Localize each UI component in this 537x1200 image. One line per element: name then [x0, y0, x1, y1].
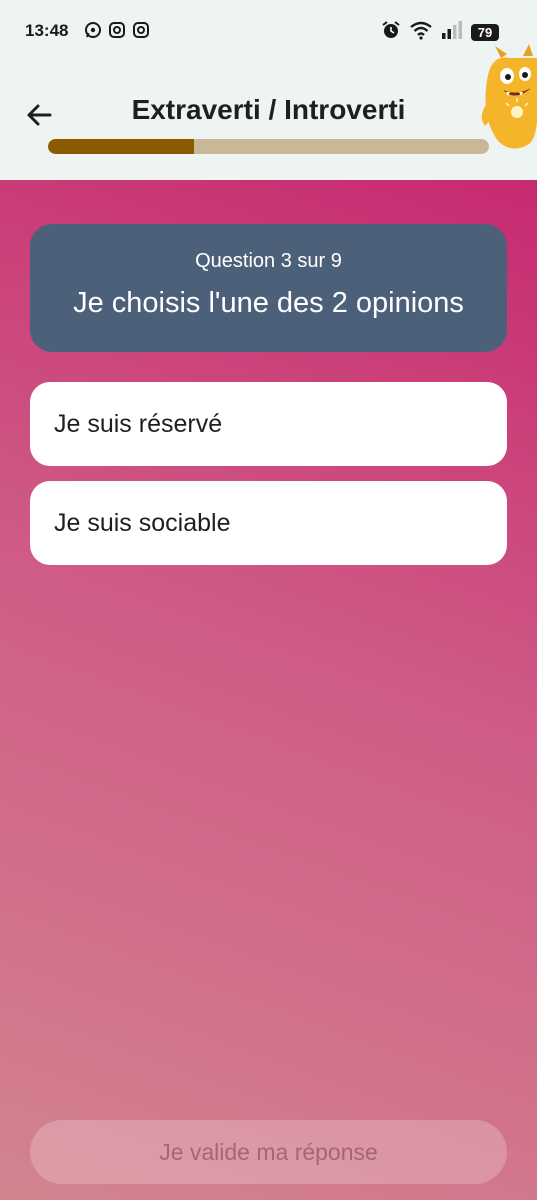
option-sociable[interactable]: Je suis sociable [30, 481, 507, 565]
whatsapp-icon [84, 21, 102, 39]
option-reserve[interactable]: Je suis réservé [30, 382, 507, 466]
instagram-icon [132, 21, 150, 39]
progress-bar [48, 139, 489, 154]
notification-icons [84, 21, 150, 39]
option-label: Je suis sociable [54, 508, 231, 537]
question-card: Question 3 sur 9 Je choisis l'une des 2 … [30, 224, 507, 352]
signal-icon [441, 21, 463, 44]
question-prompt: Je choisis l'une des 2 opinions [73, 287, 464, 319]
progress-fill [48, 139, 194, 154]
alarm-icon [381, 20, 401, 45]
instagram-icon [108, 21, 126, 39]
option-label: Je suis réservé [54, 409, 223, 438]
status-bar: 13:48 79 [0, 0, 537, 62]
header: Extraverti / Introverti [0, 44, 537, 180]
question-counter: Question 3 sur 9 [195, 250, 342, 272]
submit-button[interactable]: Je valide ma réponse [30, 1120, 507, 1184]
wifi-icon [409, 20, 433, 45]
page-title: Extraverti / Introverti [131, 94, 406, 125]
mascot-image [479, 40, 537, 155]
quiz-content: Question 3 sur 9 Je choisis l'une des 2 … [0, 180, 537, 1200]
battery-indicator: 79 [471, 24, 499, 41]
status-time: 13:48 [25, 21, 69, 40]
